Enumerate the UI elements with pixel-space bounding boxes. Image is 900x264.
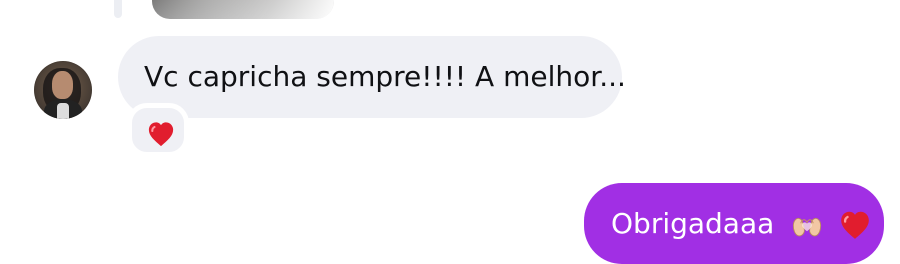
incoming-message-text: Vc capricha sempre!!!! A melhor... bbox=[144, 60, 626, 93]
message-reaction[interactable] bbox=[127, 103, 189, 157]
avatar-face bbox=[52, 71, 73, 99]
avatar-shirt bbox=[57, 103, 69, 119]
incoming-message-bubble[interactable]: Vc capricha sempre!!!! A melhor... bbox=[118, 36, 626, 118]
avatar[interactable] bbox=[34, 61, 92, 119]
heart-icon bbox=[146, 120, 176, 148]
reply-thread-line bbox=[114, 0, 122, 18]
chat-thread: Vc capricha sempre!!!! A melhor... Obrig… bbox=[0, 0, 900, 264]
heart-icon bbox=[838, 209, 872, 241]
outgoing-message-text: Obrigadaaa bbox=[611, 207, 775, 240]
previous-media-preview[interactable] bbox=[152, 0, 334, 19]
heart-hands-icon bbox=[791, 211, 823, 239]
outgoing-message-bubble[interactable]: Obrigadaaa bbox=[584, 183, 884, 264]
